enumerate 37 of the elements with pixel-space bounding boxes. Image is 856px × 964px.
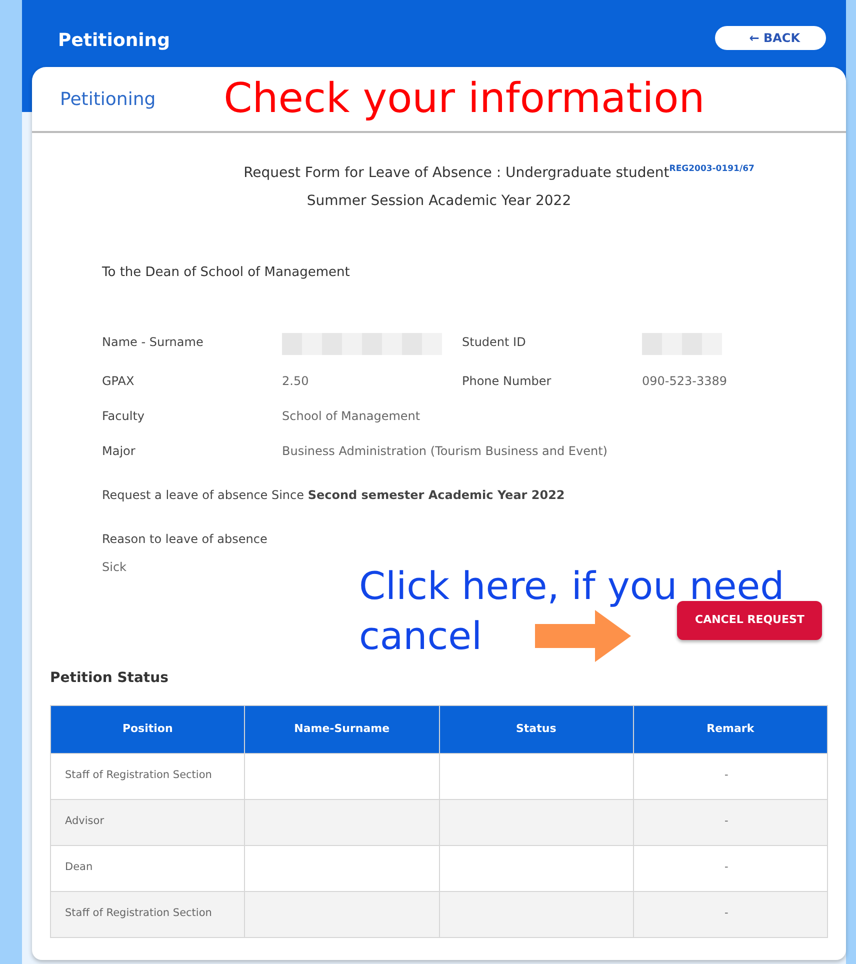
table-cell: Dean	[50, 845, 245, 891]
arrow-icon	[535, 610, 631, 662]
table-cell: -	[633, 891, 828, 937]
field-label: Student ID	[462, 334, 526, 348]
table-cell: -	[633, 799, 828, 845]
column-header: Position	[50, 705, 245, 753]
field-value: 2.50	[282, 374, 309, 388]
field-label: Phone Number	[462, 374, 552, 388]
reference-number: REG2003-0191/67	[669, 164, 754, 174]
field-value: 090-523-3389	[642, 374, 728, 388]
column-header: Status	[439, 705, 634, 753]
reason-label: Reason to leave of absence	[102, 532, 268, 546]
field-label: Major	[102, 444, 136, 458]
reason-value: Sick	[102, 560, 126, 574]
field-label: GPAX	[102, 374, 134, 388]
section-title: Petition Status	[50, 670, 168, 686]
field-label: Faculty	[102, 408, 144, 422]
request-text: Request a leave of absence Since Second semester Academic Year 2022	[102, 488, 565, 502]
page-title: Petitioning	[58, 30, 170, 52]
column-header: Name-Surname	[244, 705, 439, 753]
table-cell: Staff of Registration Section	[50, 891, 245, 937]
annotation-heading: Check your information	[224, 73, 705, 124]
form-subtitle: Summer Session Academic Year 2022	[306, 193, 572, 209]
cancel-request-button[interactable]: CANCEL REQUEST	[677, 601, 822, 640]
field-label: Name - Surname	[102, 334, 204, 348]
field-value: School of Management	[282, 408, 420, 422]
field-value: Business Administration (Tourism Business and Event)	[282, 444, 608, 458]
column-header: Remark	[633, 705, 828, 753]
table-cell: -	[633, 845, 828, 891]
table-cell: Staff of Registration Section	[50, 753, 245, 799]
petitioning-tab[interactable]: Petitioning	[60, 86, 156, 112]
addressee-text: To the Dean of School of Management	[102, 264, 350, 282]
annotation-hint: cancel	[359, 614, 482, 658]
table-cell: Advisor	[50, 799, 245, 845]
form-title: Request Form for Leave of Absence : Undergraduate student	[244, 164, 670, 183]
back-button[interactable]: ← BACK	[715, 26, 826, 50]
table-cell: -	[633, 753, 828, 799]
